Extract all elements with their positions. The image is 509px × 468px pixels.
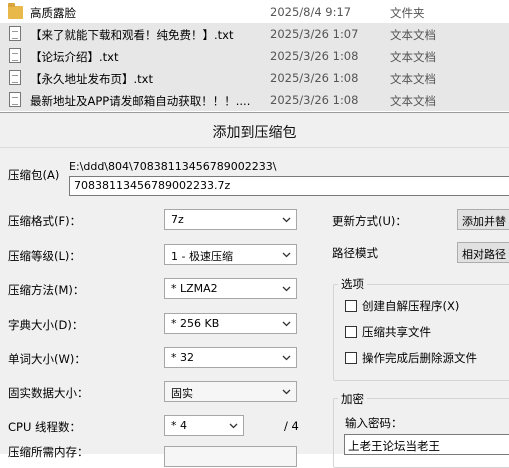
file-type: 文件夹 (390, 6, 425, 20)
update-mode-value: 添加并替 (462, 215, 506, 228)
sfx-checkbox[interactable] (345, 300, 357, 312)
shared-files-checkbox[interactable] (345, 326, 357, 338)
file-date: 2025/3/26 1:08 (270, 93, 359, 107)
add-to-archive-dialog: 添加到压缩包 压缩包(A) E:\ddd\804\708381134567890… (0, 112, 509, 468)
file-date: 2025/3/26 1:07 (270, 27, 359, 41)
delete-after-checkbox-row[interactable]: 操作完成后删除源文件 (345, 350, 509, 366)
path-mode-label: 路径模式 (332, 246, 378, 260)
file-name: 【来了就能下载和观看！纯免费！】.txt (30, 28, 234, 42)
encryption-group (333, 398, 509, 468)
dictionary-select[interactable]: * 256 KB (164, 313, 297, 334)
chevron-down-icon (282, 389, 291, 395)
file-name: 【永久地址发布页】.txt (30, 72, 153, 86)
delete-after-checkbox[interactable] (345, 352, 357, 364)
password-value: 上老王论坛当老王 (348, 439, 440, 453)
solid-size-value: 固实 (171, 387, 193, 400)
sfx-checkbox-row[interactable]: 创建自解压程序(X) (345, 298, 509, 314)
file-type: 文本文档 (390, 50, 436, 64)
file-type: 文本文档 (390, 28, 436, 42)
dialog-title: 添加到压缩包 (212, 125, 297, 141)
update-mode-select[interactable]: 添加并替 (457, 209, 509, 230)
options-title: 选项 (338, 276, 367, 292)
text-file-icon (8, 92, 23, 108)
file-list: 高质露脸 2025/8/4 9:17 文件夹 【来了就能下载和观看！纯免费！】.… (0, 0, 509, 112)
cpu-threads-label: CPU 线程数： (8, 420, 82, 434)
file-date: 2025/8/4 9:17 (270, 5, 352, 19)
password-input[interactable]: 上老王论坛当老王 (344, 434, 509, 455)
file-row[interactable]: 【永久地址发布页】.txt 2025/3/26 1:08 文本文档 (0, 67, 509, 89)
path-mode-value: 相对路径 (462, 248, 506, 261)
chevron-down-icon (282, 286, 291, 292)
shared-files-checkbox-row[interactable]: 压缩共享文件 (345, 324, 509, 340)
chevron-down-icon (282, 321, 291, 327)
file-name: 【论坛介绍】.txt (30, 50, 119, 64)
file-type: 文本文档 (390, 72, 436, 86)
file-date: 2025/3/26 1:08 (270, 49, 359, 63)
file-name: 最新地址及APP请发邮箱自动获取！！！.... (30, 94, 251, 108)
dictionary-value: * 256 KB (171, 317, 220, 330)
file-date: 2025/3/26 1:08 (270, 71, 359, 85)
archive-label: 压缩包(A) (8, 168, 60, 182)
dictionary-label: 字典大小(D)： (8, 318, 84, 332)
file-name: 高质露脸 (30, 6, 76, 20)
level-value: 1 - 极速压缩 (171, 250, 233, 263)
file-row[interactable]: 最新地址及APP请发邮箱自动获取！！！.... 2025/3/26 1:08 文… (0, 89, 509, 111)
memory-usage-label: 压缩所需内存： (8, 445, 89, 459)
chevron-down-icon (282, 217, 291, 223)
dialog-client-area: 压缩包(A) E:\ddd\804\70838113456789002233\ … (0, 147, 509, 468)
chevron-down-icon (282, 355, 291, 361)
folder-icon (8, 3, 23, 20)
chevron-down-icon (229, 423, 238, 429)
file-type: 文本文档 (390, 94, 436, 108)
word-size-label: 单词大小(W)： (8, 352, 86, 366)
shared-files-label: 压缩共享文件 (362, 325, 431, 339)
format-value: 7z (171, 213, 184, 226)
solid-size-select[interactable]: 固实 (164, 381, 297, 402)
path-mode-select[interactable]: 相对路径 (457, 242, 509, 263)
sfx-label: 创建自解压程序(X) (362, 299, 460, 313)
chevron-down-icon (282, 252, 291, 258)
text-file-icon (8, 26, 23, 42)
password-label: 输入密码： (345, 416, 403, 430)
method-label: 压缩方法(M)： (8, 283, 85, 297)
encryption-title: 加密 (338, 391, 367, 407)
file-row[interactable]: 【论坛介绍】.txt 2025/3/26 1:08 文本文档 (0, 45, 509, 67)
word-size-select[interactable]: * 32 (164, 347, 297, 368)
text-file-icon (8, 70, 23, 86)
update-mode-label: 更新方式(U)： (332, 214, 407, 228)
delete-after-label: 操作完成后删除源文件 (362, 351, 477, 365)
solid-size-label: 固实数据大小： (8, 386, 89, 400)
cpu-threads-select[interactable]: * 4 (164, 415, 244, 436)
text-file-icon (8, 48, 23, 64)
cpu-threads-max: / 4 (284, 419, 299, 433)
word-size-value: * 32 (171, 351, 194, 364)
method-select[interactable]: * LZMA2 (164, 278, 297, 299)
method-value: * LZMA2 (171, 282, 218, 295)
format-label: 压缩格式(F)： (8, 214, 82, 228)
archive-path: E:\ddd\804\70838113456789002233\ (69, 160, 277, 173)
file-row[interactable]: 高质露脸 2025/8/4 9:17 文件夹 (0, 1, 509, 23)
format-select[interactable]: 7z (164, 209, 297, 230)
archive-name-field[interactable]: 70838113456789002233.7z (69, 176, 509, 196)
memory-usage-field (164, 446, 297, 467)
level-select[interactable]: 1 - 极速压缩 (164, 244, 297, 265)
file-row[interactable]: 【来了就能下载和观看！纯免费！】.txt 2025/3/26 1:07 文本文档 (0, 23, 509, 45)
cpu-threads-value: * 4 (171, 419, 187, 432)
level-label: 压缩等级(L)： (8, 249, 81, 263)
